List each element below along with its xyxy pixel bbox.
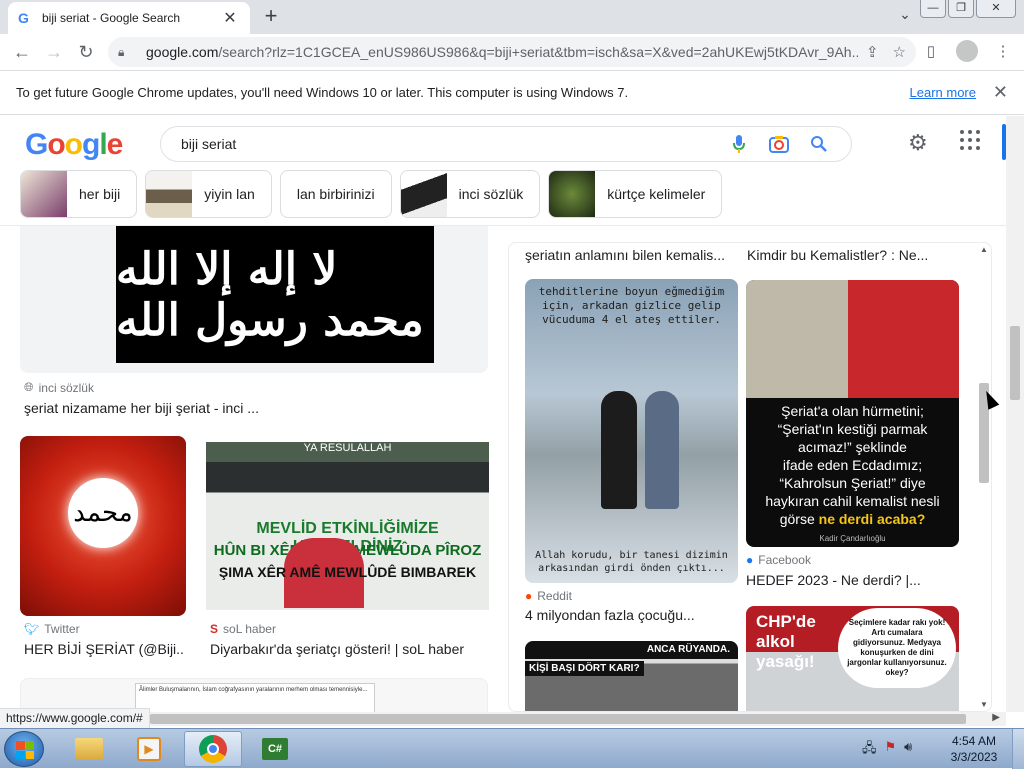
side-panel-icon[interactable]: ▯ <box>920 40 942 62</box>
address-bar[interactable]: 🔒︎ google.com/search?rlz=1C1GCEA_enUS986… <box>108 37 916 67</box>
panel-image-anca[interactable]: ANCA RÜYANDA. KİŞİ BAŞI DÖRT KARI? <box>525 641 738 711</box>
panel-caption[interactable]: HEDEF 2023 - Ne derdi? |... <box>746 572 959 588</box>
google-favicon-icon: G <box>18 10 29 26</box>
calligraphy-text: لا إله إلا الله محمد رسول الله <box>116 243 426 346</box>
system-tray: 🖧︎ ⚑ 🔊︎ <box>862 739 912 761</box>
network-icon[interactable]: 🖧︎ <box>862 739 877 761</box>
update-infobar: To get future Google Chrome updates, you… <box>0 70 1024 115</box>
result-source[interactable]: 🐦︎ Twitter <box>24 622 80 636</box>
forward-button[interactable]: → <box>38 36 70 68</box>
taskbar-explorer[interactable] <box>60 731 118 767</box>
taskbar-csharp[interactable]: C# <box>246 731 304 767</box>
flag-image: لا إله إلا الله محمد رسول الله <box>116 226 434 363</box>
result-image-flag[interactable]: لا إله إلا الله محمد رسول الله <box>20 226 488 373</box>
related-chips: her biji yiyin lan lan birbirinizi inci … <box>20 170 723 218</box>
google-logo[interactable]: Google <box>25 128 123 162</box>
chip-inci-sozluk[interactable]: inci sözlük <box>399 170 541 218</box>
result-caption[interactable]: şeriat nizamame her biji şeriat - inci .… <box>24 400 484 416</box>
image-ribbon-text: YA RESULALLAH <box>206 442 489 462</box>
chrome-icon <box>199 735 227 763</box>
chip-yiyin-lan[interactable]: yiyin lan <box>145 170 272 218</box>
menu-kebab-icon[interactable]: ⋮ <box>992 40 1014 62</box>
panel-source[interactable]: ● Reddit <box>525 589 572 603</box>
chip-thumbnail <box>549 171 596 217</box>
tab-title: biji seriat - Google Search <box>42 11 181 25</box>
window-controls: — ❐ ✕ <box>920 0 1016 18</box>
tab-active[interactable]: G biji seriat - Google Search ✕ <box>8 2 250 34</box>
result-image-frame[interactable]: Âlimler Buluşmalarının, İslam coğrafyası… <box>20 678 488 712</box>
sol-favicon-icon: S <box>210 622 219 636</box>
share-icon[interactable]: ⇪ <box>866 43 879 61</box>
panel-source[interactable]: ● Facebook <box>746 553 811 567</box>
medallion-text: محمد <box>68 478 138 548</box>
infobar-message: To get future Google Chrome updates, you… <box>16 85 629 100</box>
new-tab-button[interactable]: + <box>258 4 284 30</box>
panel-caption[interactable]: şeriatın anlamını bilen kemalis... <box>525 247 735 263</box>
close-window-button[interactable]: ✕ <box>976 0 1016 18</box>
show-desktop-button[interactable] <box>1012 729 1024 769</box>
twitter-icon: 🐦︎ <box>24 622 40 636</box>
learn-more-link[interactable]: Learn more <box>910 85 976 100</box>
frame-text: Âlimler Buluşmalarının, İslam coğrafyası… <box>135 683 375 712</box>
result-caption[interactable]: Diyarbakır'da şeriatçı gösteri! | soL ha… <box>210 641 490 657</box>
csharp-icon: C# <box>262 738 288 760</box>
start-button[interactable] <box>4 731 44 767</box>
panel-image-poster[interactable]: tehditlerine boyun eğmediğim için, arkad… <box>525 279 738 583</box>
taskbar-media-player[interactable]: ▶ <box>120 731 178 767</box>
bookmark-star-icon[interactable]: ☆ <box>893 43 906 61</box>
tab-search-icon[interactable]: ⌄ <box>893 6 917 28</box>
lock-icon[interactable]: 🔒︎ <box>118 45 138 60</box>
panel-image-quote[interactable]: Şeriat'a olan hürmetini; “Şeriat'ın kest… <box>746 280 959 547</box>
horizontal-scrollbar[interactable]: ▶ <box>150 712 1006 726</box>
result-image-protest[interactable]: YA RESULALLAH MEVLİD ETKİNLİĞİMİZE HOŞGE… <box>206 442 489 610</box>
taskbar-clock[interactable]: 4:54 AM 3/3/2023 <box>946 733 1002 765</box>
media-player-icon: ▶ <box>137 737 161 761</box>
settings-gear-icon[interactable]: ⚙ <box>908 130 928 156</box>
infobar-close-icon[interactable]: ✕ <box>993 82 1008 103</box>
chip-thumbnail <box>146 171 193 217</box>
image-results: لا إله إلا الله محمد رسول الله 🌐︎ inci s… <box>0 226 1006 712</box>
result-caption[interactable]: HER BİJİ ŞERİAT (@Biji... <box>24 641 184 657</box>
panel-caption[interactable]: 4 milyondan fazla çocuğu... <box>525 607 735 623</box>
google-apps-icon[interactable] <box>960 130 980 150</box>
reddit-icon: ● <box>525 589 533 603</box>
microphone-icon[interactable] <box>727 132 751 156</box>
chip-thumbnail <box>21 171 67 217</box>
windows-logo-icon <box>16 741 34 759</box>
panel-image-chp[interactable]: CHP'de alkol yasağı! Seçimlere kadar rak… <box>746 606 959 711</box>
reload-button[interactable]: ↻ <box>70 36 102 68</box>
minimize-button[interactable]: — <box>920 0 946 18</box>
chip-her-biji[interactable]: her biji <box>20 170 138 218</box>
windows-taskbar: ▶ C# 🖧︎ ⚑ 🔊︎ 4:54 AM 3/3/2023 <box>0 728 1024 769</box>
globe-icon: 🌐︎ <box>24 380 34 394</box>
action-center-flag-icon[interactable]: ⚑ <box>885 739 897 761</box>
browser-toolbar: ← → ↻ 🔒︎ google.com/search?rlz=1C1GCEA_e… <box>0 34 1024 70</box>
tab-strip: G biji seriat - Google Search ✕ + ⌄ — ❐ … <box>0 0 1024 34</box>
tab-close-icon[interactable]: ✕ <box>220 8 240 28</box>
result-source[interactable]: S soL haber <box>210 622 276 636</box>
lens-camera-icon[interactable] <box>767 132 791 156</box>
result-source[interactable]: 🌐︎ inci sözlük <box>24 380 94 395</box>
search-box[interactable]: biji seriat <box>160 126 852 162</box>
page-scrollbar[interactable] <box>1006 116 1024 712</box>
chip-kurtce-kelimeler[interactable]: kürtçe kelimeler <box>548 170 723 218</box>
folder-icon <box>75 738 103 760</box>
profile-avatar[interactable] <box>956 40 978 62</box>
back-button[interactable]: ← <box>6 36 38 68</box>
restore-button[interactable]: ❐ <box>948 0 974 18</box>
volume-icon[interactable]: 🔊︎ <box>904 739 912 761</box>
related-panel: şeriatın anlamını bilen kemalis... Kimdi… <box>508 242 992 712</box>
facebook-icon: ● <box>746 553 754 567</box>
url-text[interactable]: google.com/search?rlz=1C1GCEA_enUS986US9… <box>146 44 858 60</box>
chip-thumbnail <box>400 171 447 217</box>
search-icon[interactable] <box>807 132 831 156</box>
result-image-leaf[interactable]: محمد <box>20 436 186 616</box>
search-input[interactable]: biji seriat <box>181 136 711 152</box>
google-header: Google biji seriat ⚙ her biji yiyin lan … <box>0 116 1006 226</box>
panel-scrollbar[interactable]: ▲ ▼ <box>977 243 991 711</box>
panel-caption[interactable]: Kimdir bu Kemalistler? : Ne... <box>747 247 959 263</box>
status-link: https://www.google.com/# <box>0 708 150 728</box>
chip-lan-birbirinizi[interactable]: lan birbirinizi <box>279 170 392 218</box>
taskbar-chrome[interactable] <box>184 731 242 767</box>
